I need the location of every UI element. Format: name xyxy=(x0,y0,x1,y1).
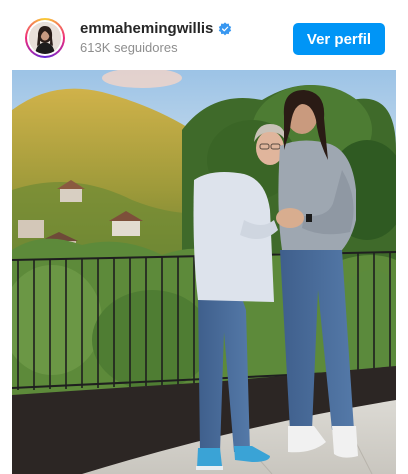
instagram-post-card: emmahemingwillis 613K seguidores Ver per… xyxy=(0,0,408,474)
post-header: emmahemingwillis 613K seguidores Ver per… xyxy=(0,0,408,70)
username[interactable]: emmahemingwillis xyxy=(80,20,213,37)
post-photo[interactable] xyxy=(12,70,396,474)
verified-badge-icon xyxy=(218,21,232,36)
avatar-photo xyxy=(29,22,61,54)
username-row: emmahemingwillis xyxy=(80,20,232,37)
photo-two-women-on-terrace xyxy=(12,70,396,474)
view-profile-button[interactable]: Ver perfil xyxy=(293,23,385,55)
avatar[interactable] xyxy=(25,18,65,58)
follower-count: 613K seguidores xyxy=(80,40,178,55)
